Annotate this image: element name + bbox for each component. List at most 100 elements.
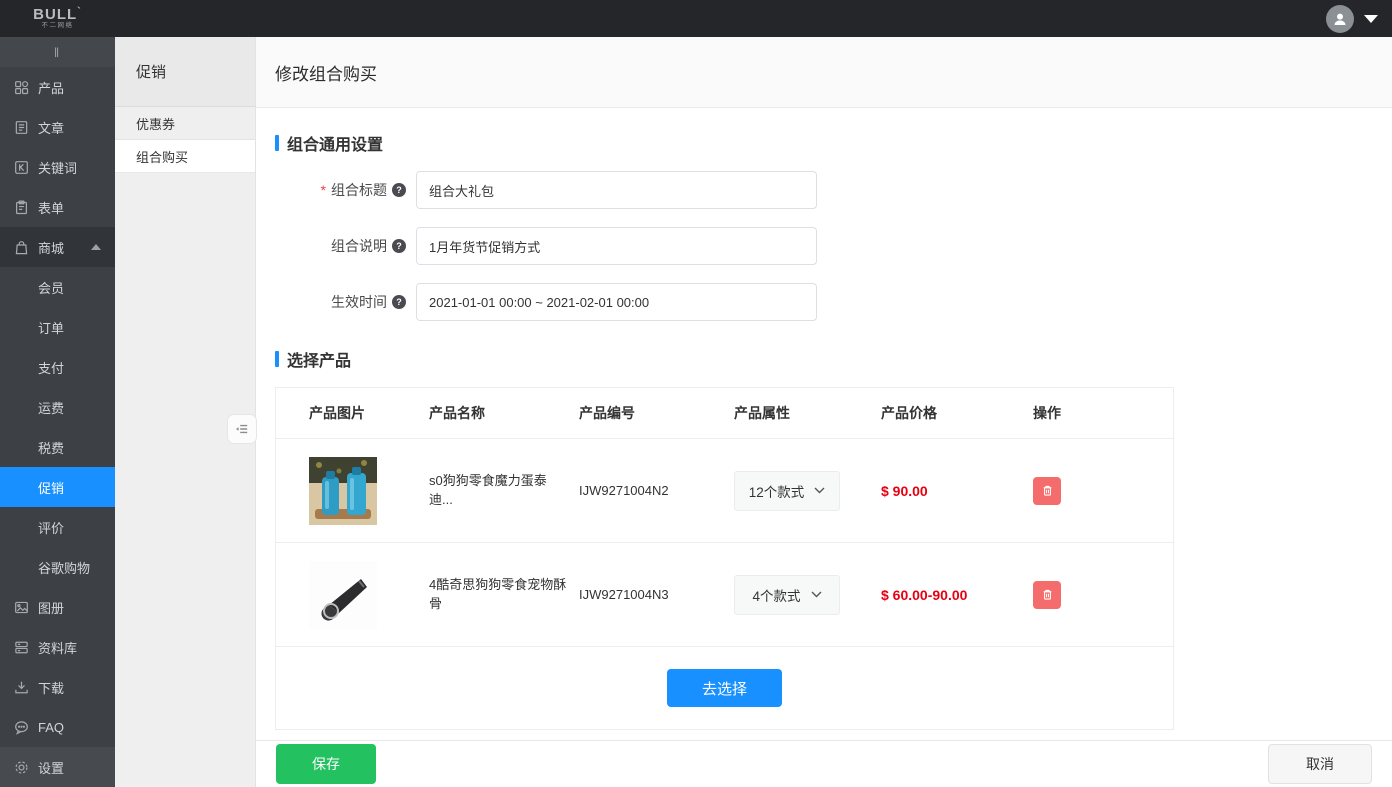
sidebar-item-reviews[interactable]: 评价 — [0, 507, 115, 547]
col-header-attribute: 产品属性 — [734, 403, 881, 423]
table-row: 4酷奇思狗狗零食宠物酥骨 IJW9271004N3 4个款式 $ 60.00-9… — [276, 543, 1173, 647]
product-image — [309, 457, 377, 525]
logo-text: BULL` — [33, 7, 82, 22]
sidebar-item-label: 商城 — [38, 238, 64, 257]
section-accent-bar — [275, 135, 279, 151]
sidebar-item-library[interactable]: 资料库 — [0, 627, 115, 667]
trash-icon — [1041, 588, 1054, 601]
subnav-collapse-toggle[interactable] — [227, 414, 257, 444]
sidebar-item-faq[interactable]: FAQ — [0, 707, 115, 747]
sidebar-item-products[interactable]: 产品 — [0, 67, 115, 107]
product-attribute-select[interactable]: 4个款式 — [734, 575, 840, 615]
col-header-image: 产品图片 — [309, 403, 429, 423]
section-general-settings: 组合通用设置 — [275, 131, 1373, 155]
person-icon — [1332, 11, 1348, 27]
sidebar-item-label: 设置 — [38, 758, 64, 777]
trash-icon — [1041, 484, 1054, 497]
form-row-description: 组合说明 ? — [275, 227, 1373, 265]
product-code: IJW9271004N2 — [579, 483, 734, 498]
collapse-menu-icon — [234, 421, 250, 437]
sidebar-item-label: 资料库 — [38, 638, 77, 657]
content-area: 组合通用设置 * 组合标题 ? 组合说明 ? 生效时间 ? — [256, 109, 1392, 740]
chevron-down-icon — [811, 591, 822, 598]
table-footer-row: 去选择 — [276, 647, 1173, 729]
choose-products-button[interactable]: 去选择 — [667, 669, 782, 707]
subnav-title: 促销 — [115, 37, 255, 107]
section-select-products: 选择产品 — [275, 347, 1373, 371]
clipboard-icon — [14, 200, 29, 215]
cancel-button[interactable]: 取消 — [1268, 744, 1372, 784]
sidebar-item-label: FAQ — [38, 720, 64, 735]
product-name: s0狗狗零食魔力蛋泰迪... — [429, 472, 579, 508]
sidebar-item-settings[interactable]: 设置 — [0, 747, 115, 787]
col-header-code: 产品编号 — [579, 403, 734, 423]
page-header: 修改组合购买 — [256, 37, 1392, 108]
page-title: 修改组合购买 — [275, 60, 377, 85]
chevron-down-icon — [814, 487, 825, 494]
combo-description-input[interactable] — [416, 227, 817, 265]
sidebar-item-google-shopping[interactable]: 谷歌购物 — [0, 547, 115, 587]
help-icon[interactable]: ? — [392, 239, 406, 253]
sidebar-item-label: 文章 — [38, 118, 64, 137]
sidebar-item-keywords[interactable]: 关键词 — [0, 147, 115, 187]
field-label-effective-time: 生效时间 ? — [275, 292, 406, 312]
sidebar-item-payment[interactable]: 支付 — [0, 347, 115, 387]
subnav-item-coupons[interactable]: 优惠券 — [115, 107, 255, 140]
sidebar-item-forms[interactable]: 表单 — [0, 187, 115, 227]
sidebar-item-label: 下载 — [38, 678, 64, 697]
document-icon — [14, 120, 29, 135]
primary-sidebar: ‖ 产品 文章 关键词 表单 商城 会员 订单 支付 运费 税费 促销 评价 — [0, 37, 115, 787]
form-row-title: * 组合标题 ? — [275, 171, 1373, 209]
product-image — [309, 561, 377, 629]
database-icon — [14, 640, 29, 655]
logo-subtext: 不二网络 — [42, 23, 74, 30]
sidebar-item-label: 表单 — [38, 198, 64, 217]
col-header-price: 产品价格 — [881, 403, 1033, 423]
product-code: IJW9271004N3 — [579, 587, 734, 602]
chat-bubble-icon — [14, 720, 29, 735]
table-header-row: 产品图片 产品名称 产品编号 产品属性 产品价格 操作 — [276, 388, 1173, 439]
field-label-description: 组合说明 ? — [275, 236, 406, 256]
user-avatar[interactable] — [1326, 5, 1354, 33]
sidebar-item-promotion[interactable]: 促销 — [0, 467, 115, 507]
field-label-title: * 组合标题 ? — [275, 180, 406, 200]
sidebar-item-tax[interactable]: 税费 — [0, 427, 115, 467]
form-row-effective-time: 生效时间 ? — [275, 283, 1373, 321]
product-attribute-select[interactable]: 12个款式 — [734, 471, 840, 511]
sidebar-collapse-handle[interactable]: ‖ — [0, 37, 115, 67]
sidebar-item-orders[interactable]: 订单 — [0, 307, 115, 347]
download-icon — [14, 680, 29, 695]
sidebar-item-label: 图册 — [38, 598, 64, 617]
help-icon[interactable]: ? — [392, 183, 406, 197]
col-header-actions: 操作 — [1033, 403, 1173, 423]
sidebar-item-download[interactable]: 下载 — [0, 667, 115, 707]
app-logo[interactable]: BULL` 不二网络 — [0, 7, 115, 30]
sidebar-item-label: 关键词 — [38, 158, 77, 177]
delete-product-button[interactable] — [1033, 477, 1061, 505]
grid-icon — [14, 80, 29, 95]
chevron-down-icon[interactable] — [1364, 15, 1378, 23]
product-table: 产品图片 产品名称 产品编号 产品属性 产品价格 操作 — [275, 387, 1174, 730]
sidebar-item-gallery[interactable]: 图册 — [0, 587, 115, 627]
help-icon[interactable]: ? — [392, 295, 406, 309]
subnav-item-combo[interactable]: 组合购买 — [115, 140, 255, 173]
top-bar: BULL` 不二网络 — [0, 0, 1392, 37]
required-asterisk: * — [321, 182, 326, 198]
secondary-sidebar: 促销 优惠券 组合购买 — [115, 37, 256, 787]
sidebar-item-members[interactable]: 会员 — [0, 267, 115, 307]
combo-title-input[interactable] — [416, 171, 817, 209]
sidebar-item-shipping[interactable]: 运费 — [0, 387, 115, 427]
delete-product-button[interactable] — [1033, 581, 1061, 609]
image-icon — [14, 600, 29, 615]
footer-action-bar: 保存 取消 — [256, 740, 1392, 787]
sidebar-item-articles[interactable]: 文章 — [0, 107, 115, 147]
effective-time-input[interactable] — [416, 283, 817, 321]
product-price: $ 90.00 — [881, 483, 1033, 499]
save-button[interactable]: 保存 — [276, 744, 376, 784]
sidebar-item-mall[interactable]: 商城 — [0, 227, 115, 267]
product-name: 4酷奇思狗狗零食宠物酥骨 — [429, 576, 579, 612]
section-accent-bar — [275, 351, 279, 367]
table-row: s0狗狗零食魔力蛋泰迪... IJW9271004N2 12个款式 $ 90.0… — [276, 439, 1173, 543]
sidebar-item-label: 产品 — [38, 78, 64, 97]
main-panel: 修改组合购买 组合通用设置 * 组合标题 ? 组合说明 ? 生效时间 ? — [256, 37, 1392, 787]
